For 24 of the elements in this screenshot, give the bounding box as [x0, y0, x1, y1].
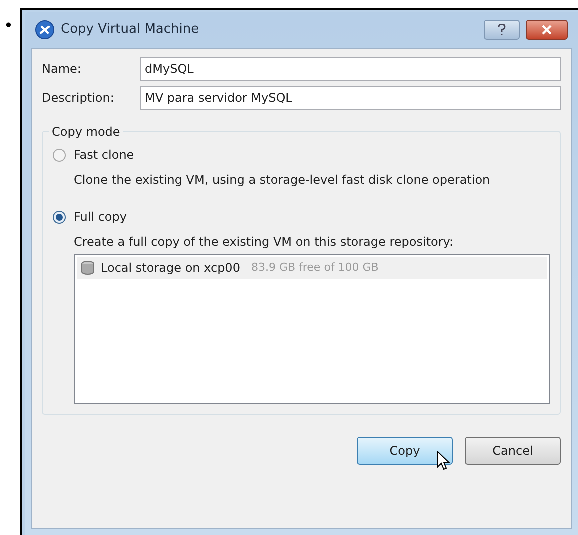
storage-detail: 83.9 GB free of 100 GB	[251, 260, 379, 276]
field-label: Name:	[42, 61, 82, 78]
text-field[interactable]: MV para servidor MySQL	[140, 86, 561, 110]
help-button[interactable]	[484, 20, 520, 40]
field-label: Description:	[42, 90, 116, 107]
app-logo-icon	[35, 20, 55, 40]
option-description: Create a full copy of the existing VM on this storage repository:	[74, 234, 455, 251]
text-field[interactable]: dMySQL	[140, 57, 561, 81]
disk-drive-icon	[80, 260, 96, 276]
help-icon	[498, 24, 506, 36]
radio-button[interactable]	[53, 210, 66, 224]
radio-button[interactable]	[53, 148, 66, 162]
window-title: Copy Virtual Machine	[61, 21, 200, 40]
close-icon	[542, 25, 552, 35]
radio-label[interactable]: Full copy	[74, 208, 127, 226]
storage-name: Local storage on xcp00	[101, 260, 240, 277]
storage-item[interactable]: Local storage on xcp00 83.9 GB free of 100 GB	[77, 257, 547, 279]
bullet: •	[4, 16, 14, 35]
copy-button[interactable]: Copy	[357, 437, 453, 465]
cancel-button[interactable]: Cancel	[465, 437, 561, 465]
close-button[interactable]	[526, 20, 568, 40]
mouse-cursor-icon	[437, 451, 451, 471]
option-description: Clone the existing VM, using a storage-level fast disk clone operation	[74, 172, 492, 189]
radio-label[interactable]: Fast clone	[74, 146, 134, 164]
